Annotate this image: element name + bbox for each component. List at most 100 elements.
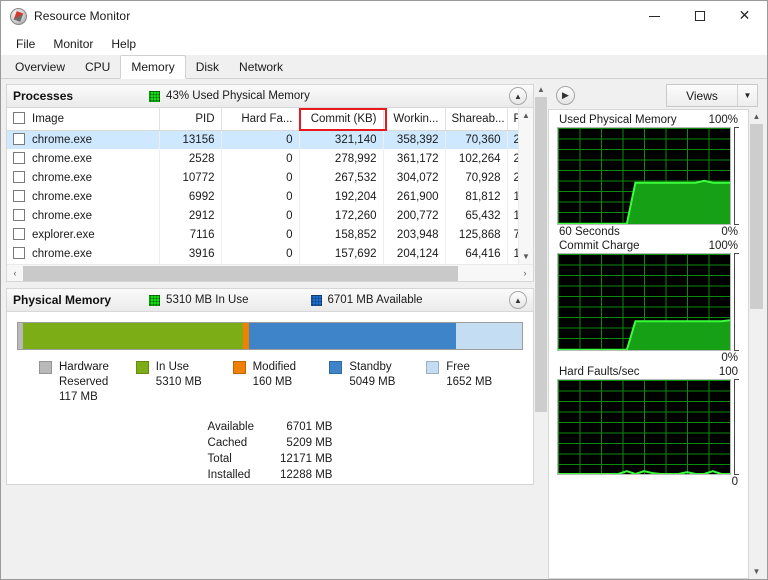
table-row[interactable]: chrome.exe25280278,992361,172102,264258,…: [7, 149, 518, 168]
column-header-commit[interactable]: Commit (KB): [299, 108, 384, 131]
graph-vertical-scrollbar[interactable]: ▲ ▼: [749, 109, 764, 579]
table-row[interactable]: explorer.exe71160158,852203,948125,86878…: [7, 225, 518, 244]
graph-stack: Used Physical Memory 100% 60 Seconds 0% …: [548, 109, 749, 579]
cell-commit: 192,204: [299, 187, 384, 206]
processes-vscroll-track[interactable]: [519, 123, 534, 249]
cell-image: chrome.exe: [7, 149, 160, 168]
graph-2-area: [557, 253, 740, 351]
processes-horizontal-scrollbar[interactable]: ‹ ›: [7, 264, 533, 281]
row-checkbox[interactable]: [13, 247, 25, 259]
table-row[interactable]: chrome.exe39160157,692204,12464,416139,7: [7, 244, 518, 263]
menu-item-help[interactable]: Help: [103, 35, 144, 53]
cell-hard-faults: 0: [221, 168, 300, 187]
table-row[interactable]: chrome.exe69920192,204261,90081,812180,0: [7, 187, 518, 206]
modified-swatch-icon: [232, 361, 246, 374]
views-button-label: Views: [686, 88, 718, 103]
cell-shareable: 81,812: [445, 187, 508, 206]
column-header-pid[interactable]: PID: [159, 108, 222, 131]
cell-shareable: 125,868: [445, 225, 508, 244]
graph-vscroll-thumb[interactable]: [750, 124, 763, 309]
memory-usage-bar: [17, 322, 523, 350]
menu-item-monitor[interactable]: Monitor: [45, 35, 101, 53]
cell-pid: 7116: [159, 225, 222, 244]
graph-1-title: Used Physical Memory: [559, 114, 677, 126]
scroll-left-icon[interactable]: ‹: [7, 265, 23, 282]
physical-memory-collapse-button[interactable]: ▲: [509, 291, 527, 309]
graph-vscroll-track[interactable]: [749, 124, 764, 564]
row-checkbox[interactable]: [13, 133, 25, 146]
cell-shareable: 70,360: [445, 130, 508, 149]
processes-hscroll-track[interactable]: [23, 265, 517, 282]
tab-cpu[interactable]: CPU: [75, 56, 120, 78]
row-checkbox[interactable]: [13, 228, 25, 240]
scroll-up-icon[interactable]: ▲: [519, 108, 534, 123]
maximize-button[interactable]: [677, 0, 722, 32]
cell-shareable: 65,432: [445, 206, 508, 225]
processes-vertical-scrollbar[interactable]: ▲ ▼: [518, 108, 533, 264]
legend-value: 5310 MB: [155, 376, 202, 388]
main-vscroll-thumb[interactable]: [535, 97, 547, 412]
physical-memory-inuse: 5310 MB In Use: [149, 294, 249, 306]
minimize-button[interactable]: [632, 0, 677, 32]
graph-scroll-region: Used Physical Memory 100% 60 Seconds 0% …: [548, 109, 764, 579]
green-swatch-icon: [149, 294, 161, 306]
menu-item-file[interactable]: File: [8, 35, 43, 53]
column-header-shareable[interactable]: Shareab...: [445, 108, 508, 131]
column-header-private[interactable]: Privat: [507, 108, 518, 131]
memory-stat-key: Cached: [207, 437, 248, 449]
scroll-right-icon[interactable]: ›: [517, 265, 533, 282]
close-button[interactable]: ✕: [722, 0, 767, 32]
views-button[interactable]: Views ▼: [666, 84, 758, 107]
cell-image: explorer.exe: [7, 225, 160, 244]
blue-swatch-icon: [310, 294, 322, 306]
main-vertical-scrollbar[interactable]: ▲: [534, 82, 548, 579]
graph-3-max: 100: [718, 366, 738, 378]
legend-item-in-use: In Use 5310 MB: [135, 360, 233, 405]
main-scroll-up-icon[interactable]: ▲: [534, 82, 548, 97]
row-checkbox[interactable]: [13, 209, 25, 221]
legend-text-hardware-reserved: Hardware Reserved 117 MB: [59, 360, 109, 405]
column-header-working-set[interactable]: Workin...: [383, 108, 446, 131]
row-checkbox[interactable]: [13, 190, 25, 202]
cell-working-set: 261,900: [383, 187, 446, 206]
legend-value: 117 MB: [59, 391, 98, 403]
chevron-down-icon[interactable]: ▼: [737, 85, 757, 106]
memory-stat-key: Total: [207, 453, 232, 465]
row-checkbox[interactable]: [13, 171, 25, 183]
graph-panel: ▶ Views ▼ Used Physical Memory 100% 60 S…: [548, 82, 764, 579]
physical-memory-inuse-text: 5310 MB In Use: [166, 294, 249, 306]
processes-collapse-button[interactable]: ▲: [509, 87, 527, 105]
graph-scroll-down-icon[interactable]: ▼: [749, 564, 764, 579]
expand-panel-button[interactable]: ▶: [556, 86, 575, 105]
tab-memory[interactable]: Memory: [120, 55, 186, 79]
scroll-down-icon[interactable]: ▼: [519, 249, 534, 264]
column-header-hard-faults[interactable]: Hard Fa...: [221, 108, 300, 131]
column-label-image: Image: [32, 113, 64, 126]
column-header-image[interactable]: Image: [7, 108, 160, 131]
cell-working-set: 203,948: [383, 225, 446, 244]
cell-pid: 13156: [159, 130, 222, 149]
main-vscroll-track[interactable]: [534, 97, 548, 579]
cell-private: 258,9: [507, 149, 518, 168]
legend-label: Free: [446, 361, 470, 373]
select-all-checkbox[interactable]: [13, 112, 25, 125]
physical-memory-available: 6701 MB Available: [310, 294, 423, 306]
cell-working-set: 200,772: [383, 206, 446, 225]
table-row[interactable]: chrome.exe131560321,140358,39270,360288,…: [7, 130, 518, 149]
tab-disk[interactable]: Disk: [186, 56, 229, 78]
legend-text-modified: Modified 160 MB: [253, 360, 296, 405]
cell-commit: 172,260: [299, 206, 384, 225]
graph-3-title: Hard Faults/sec: [559, 366, 640, 378]
cell-private: 180,0: [507, 187, 518, 206]
cell-image: chrome.exe: [7, 168, 160, 187]
table-row[interactable]: chrome.exe29120172,260200,77265,432135,3: [7, 206, 518, 225]
row-checkbox[interactable]: [13, 152, 25, 164]
table-row[interactable]: chrome.exe107720267,532304,07270,928233,…: [7, 168, 518, 187]
tab-overview[interactable]: Overview: [5, 56, 75, 78]
graph-1-xlabel: 60 Seconds: [559, 226, 620, 238]
right-pane: ▶ Views ▼ Used Physical Memory 100% 60 S…: [548, 82, 767, 579]
tab-network[interactable]: Network: [229, 56, 293, 78]
processes-hscroll-thumb[interactable]: [23, 265, 458, 281]
graph-scroll-up-icon[interactable]: ▲: [749, 109, 764, 124]
cell-commit: 158,852: [299, 225, 384, 244]
